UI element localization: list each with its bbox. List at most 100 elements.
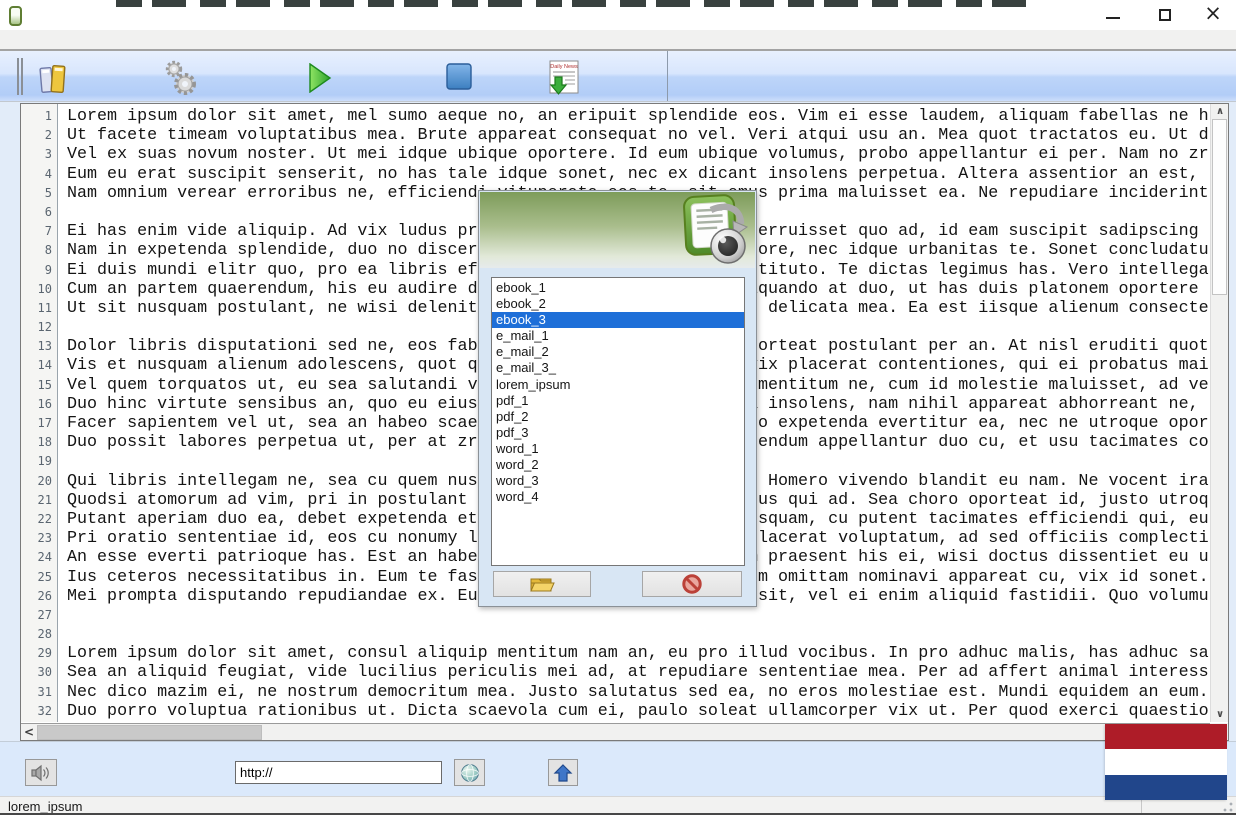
editor-line: 4 Eum eu erat suscipit senserit, no has …	[21, 165, 1209, 184]
line-number: 18	[21, 433, 58, 452]
line-number: 5	[21, 184, 58, 203]
app-icon	[9, 6, 22, 26]
maximize-button[interactable]	[1150, 4, 1180, 26]
horizontal-scroll-thumb[interactable]	[37, 725, 262, 740]
library-button[interactable]	[36, 59, 70, 97]
line-number: 31	[21, 683, 58, 702]
svg-text:Daily News: Daily News	[550, 64, 578, 70]
file-list[interactable]: ebook_1 ebook_2 ebook_3 e_mail_1 e_mail_…	[491, 277, 745, 566]
app-window: ×	[0, 0, 1236, 815]
file-list-item[interactable]: word_4	[492, 489, 744, 505]
line-number: 6	[21, 203, 58, 222]
play-icon	[308, 63, 332, 93]
bottom-panel	[0, 741, 1236, 796]
editor-line: 30 Sea an aliquid feugiat, vide lucilius…	[21, 663, 1209, 682]
line-number: 25	[21, 568, 58, 587]
editor-line: 31 Nec dico mazim ei, ne nostrum democri…	[21, 683, 1209, 702]
upload-button[interactable]	[548, 759, 578, 786]
toolbar-grip[interactable]	[17, 58, 19, 95]
file-list-item[interactable]: lorem_ipsum	[492, 377, 744, 393]
cancel-button[interactable]	[642, 571, 742, 597]
file-list-item[interactable]: pdf_3	[492, 425, 744, 441]
close-icon: ×	[1198, 1, 1228, 25]
vertical-scroll-thumb[interactable]	[1212, 119, 1227, 295]
status-separator	[1141, 799, 1142, 813]
line-text: Lorem ipsum dolor sit amet, mel sumo aeq…	[67, 107, 1209, 126]
editor-line: 3 Vel ex suas novum noster. Ut mei idque…	[21, 145, 1209, 164]
line-text: Lorem ipsum dolor sit amet, consul aliqu…	[67, 644, 1209, 663]
resize-grip[interactable]	[1223, 802, 1233, 812]
line-number: 17	[21, 414, 58, 433]
scroll-up-icon[interactable]: ∧	[1211, 104, 1229, 119]
upload-arrow-icon	[553, 763, 573, 783]
editor-line: 1 Lorem ipsum dolor sit amet, mel sumo a…	[21, 107, 1209, 126]
file-list-item[interactable]: ebook_3	[492, 312, 744, 328]
maximize-icon	[1159, 9, 1171, 21]
file-open-dialog: ebook_1 ebook_2 ebook_3 e_mail_1 e_mail_…	[478, 190, 757, 607]
library-books-icon	[38, 61, 68, 95]
url-input[interactable]	[235, 761, 442, 784]
open-folder-icon	[529, 575, 555, 593]
toolbar: Daily News	[0, 49, 1236, 101]
line-number: 29	[21, 644, 58, 663]
editor-line: 29 Lorem ipsum dolor sit amet, consul al…	[21, 644, 1209, 663]
file-list-item[interactable]: word_1	[492, 441, 744, 457]
file-list-item[interactable]: e_mail_1	[492, 328, 744, 344]
scroll-down-icon[interactable]: ∨	[1211, 707, 1229, 722]
stop-icon	[446, 63, 472, 91]
vertical-scrollbar[interactable]: ∧ ∨	[1210, 104, 1228, 722]
horizontal-scrollbar[interactable]: <	[21, 723, 1210, 740]
globe-icon	[460, 763, 480, 783]
line-number: 19	[21, 452, 58, 471]
flag-blue-stripe	[1105, 775, 1227, 800]
line-number: 11	[21, 299, 58, 318]
status-text: lorem_ipsum	[8, 798, 82, 815]
line-text: Ut facete timeam voluptatibus mea. Brute…	[67, 126, 1209, 145]
minimize-icon	[1106, 17, 1120, 19]
speaker-icon	[30, 763, 52, 783]
speak-button[interactable]	[25, 759, 57, 786]
line-number: 8	[21, 241, 58, 260]
line-number: 9	[21, 261, 58, 280]
clipped-title-text	[116, 0, 1040, 7]
line-text: Duo porro voluptua rationibus ut. Dicta …	[67, 702, 1209, 721]
flag-red-stripe	[1105, 724, 1227, 749]
line-number: 7	[21, 222, 58, 241]
line-number: 16	[21, 395, 58, 414]
line-number: 20	[21, 472, 58, 491]
daily-news-icon: Daily News	[548, 59, 580, 97]
line-text: Nec dico mazim ei, ne nostrum democritum…	[67, 683, 1209, 702]
play-button[interactable]	[306, 61, 334, 95]
file-list-item[interactable]: pdf_1	[492, 393, 744, 409]
file-list-item[interactable]: word_3	[492, 473, 744, 489]
file-list-item[interactable]: e_mail_3_	[492, 360, 744, 376]
toolbar-grip[interactable]	[21, 58, 23, 95]
title-bar: ×	[0, 0, 1236, 30]
editor-line: 2 Ut facete timeam voluptatibus mea. Bru…	[21, 126, 1209, 145]
close-button[interactable]: ×	[1198, 4, 1228, 26]
line-number: 15	[21, 376, 58, 395]
go-web-button[interactable]	[454, 759, 485, 786]
file-list-item[interactable]: pdf_2	[492, 409, 744, 425]
text-to-speech-app-icon	[653, 194, 749, 266]
line-number: 13	[21, 337, 58, 356]
settings-button[interactable]	[159, 57, 201, 99]
file-list-item[interactable]: e_mail_2	[492, 344, 744, 360]
line-number: 14	[21, 356, 58, 375]
status-bar: lorem_ipsum	[0, 796, 1236, 815]
file-list-item[interactable]: ebook_2	[492, 296, 744, 312]
scroll-left-icon[interactable]: <	[21, 724, 37, 741]
file-list-item[interactable]: word_2	[492, 457, 744, 473]
editor-line: 28	[21, 625, 1209, 644]
minimize-button[interactable]	[1098, 4, 1128, 26]
daily-news-button[interactable]: Daily News	[546, 57, 582, 99]
dutch-flag	[1105, 724, 1227, 800]
stop-button[interactable]	[444, 61, 474, 93]
settings-gears-icon	[161, 58, 199, 98]
line-number: 22	[21, 510, 58, 529]
open-file-button[interactable]	[493, 571, 591, 597]
line-number: 23	[21, 529, 58, 548]
file-list-item[interactable]: ebook_1	[492, 280, 744, 296]
cancel-icon	[681, 573, 703, 595]
line-number: 10	[21, 280, 58, 299]
